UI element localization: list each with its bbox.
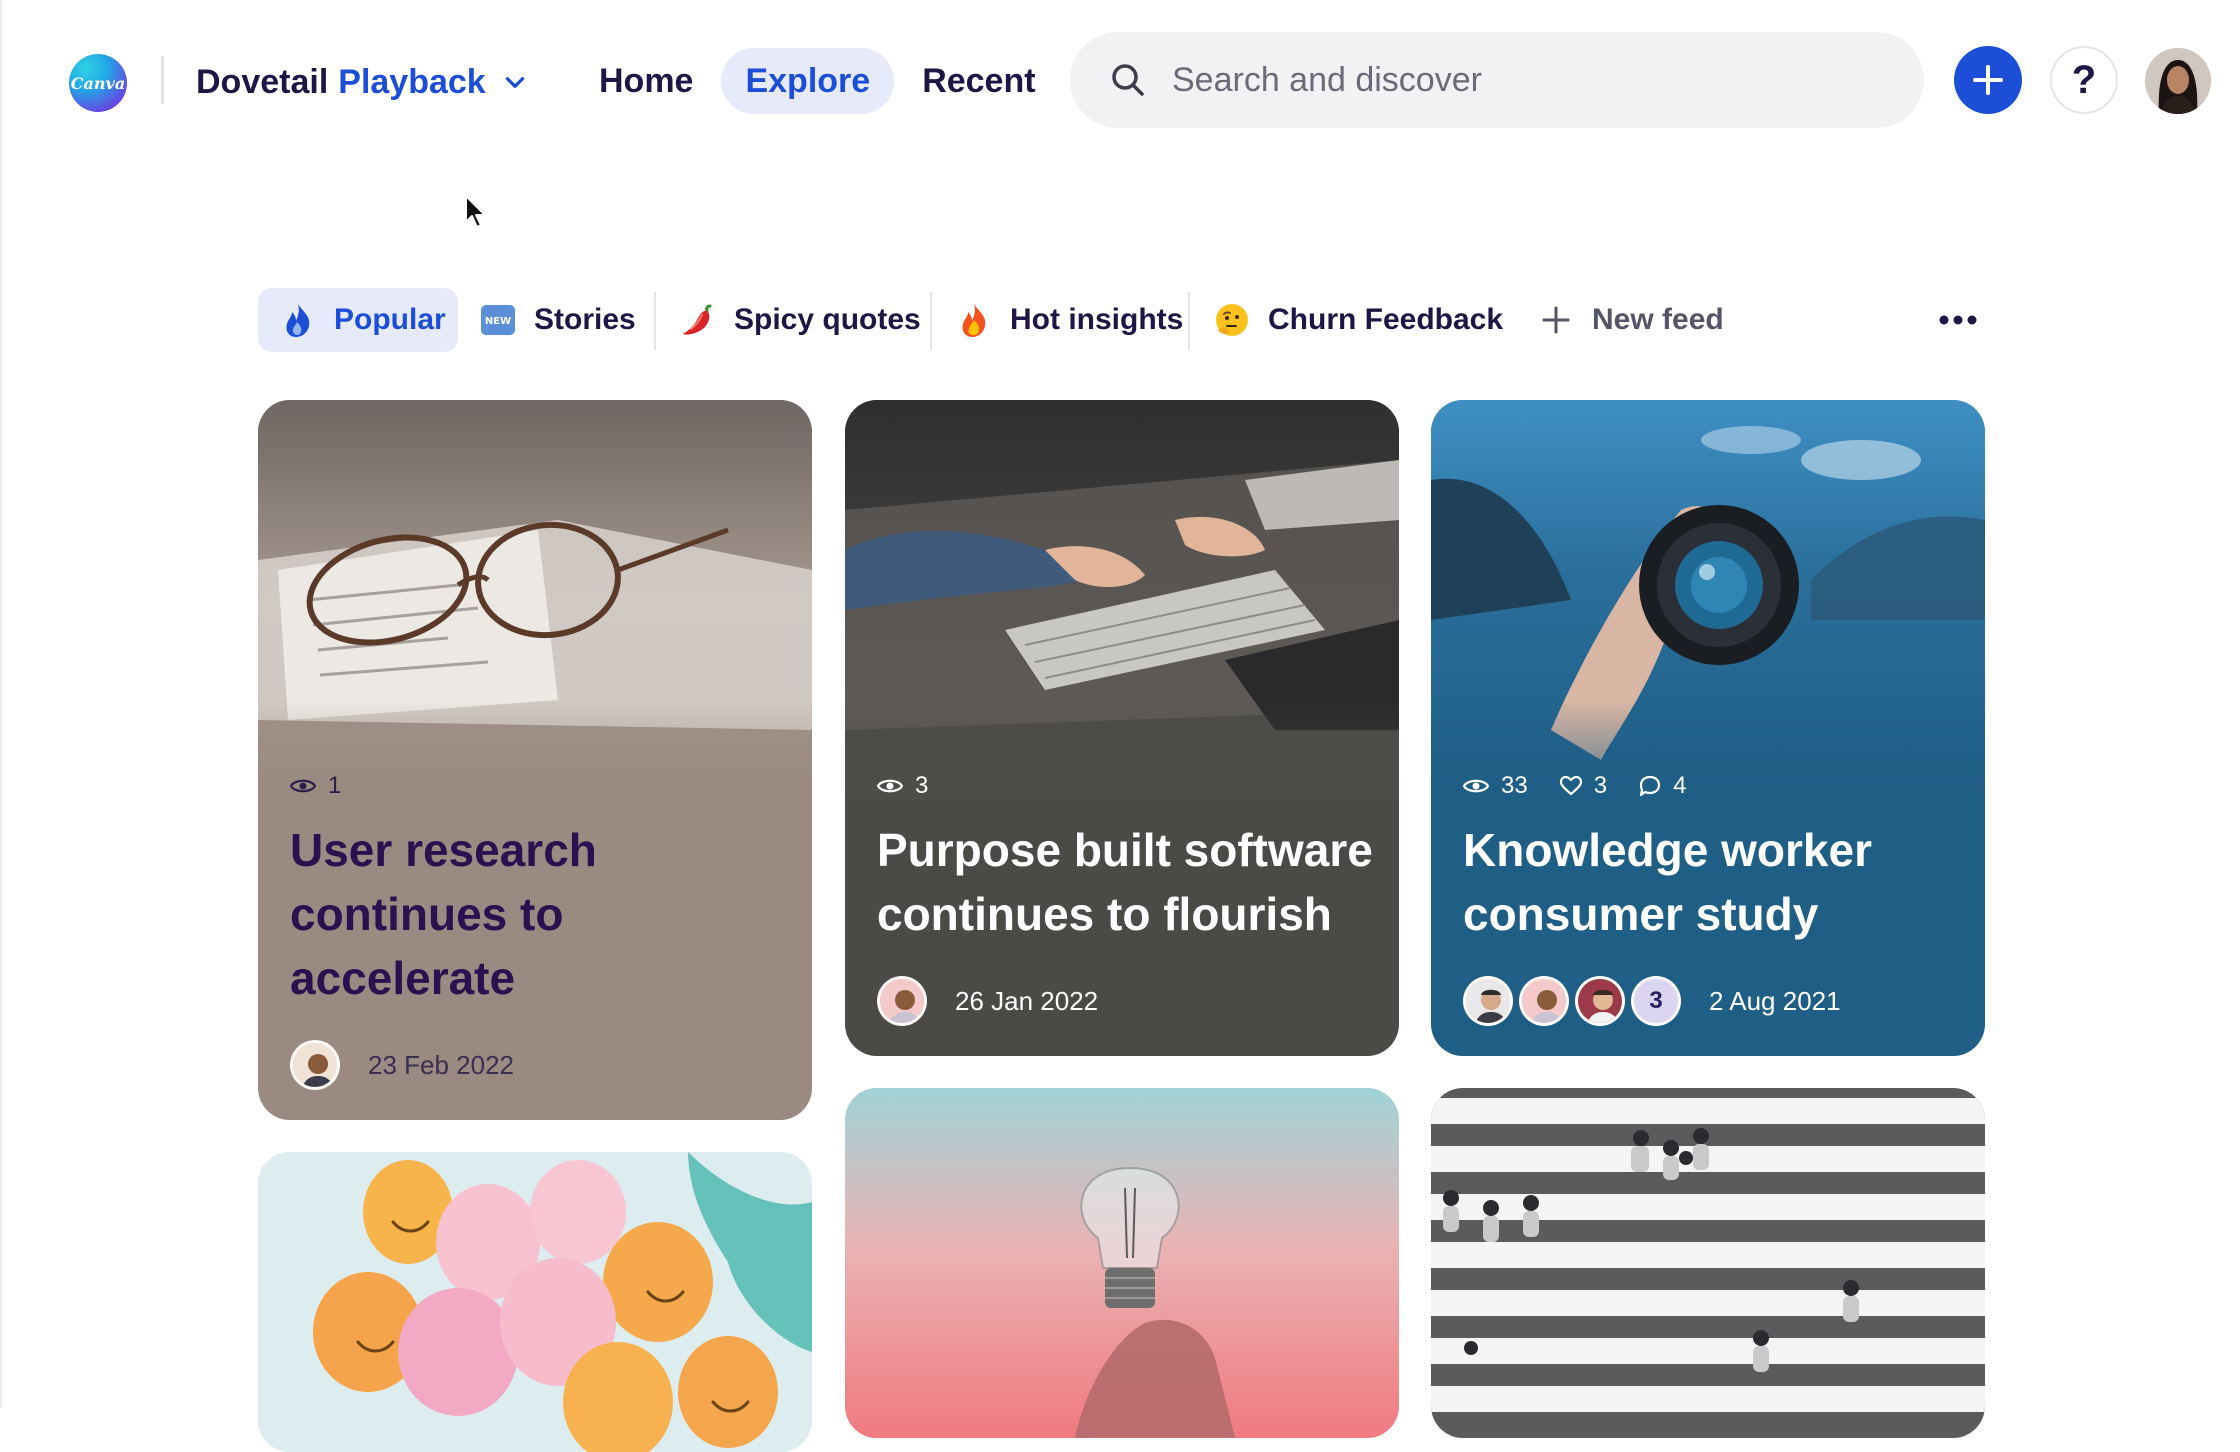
more-options-button[interactable]: [1928, 288, 1988, 352]
likes-count: 3: [1593, 772, 1608, 799]
card-image-balloons: [258, 1152, 812, 1452]
card-footer: 23 Feb 2022: [290, 1040, 514, 1090]
nav-explore[interactable]: Explore: [721, 48, 895, 114]
create-button[interactable]: [1954, 46, 2022, 114]
avatar: [877, 976, 927, 1026]
tab-stories[interactable]: NEW Stories: [480, 288, 636, 352]
more-dots-icon: [1939, 315, 1977, 325]
logo-text: Canva: [70, 73, 126, 93]
plus-icon: [1538, 302, 1574, 338]
tab-spicy-quotes[interactable]: Spicy quotes: [680, 288, 921, 352]
user-photo: [2145, 48, 2211, 114]
more-collaborators-count: 3: [1631, 976, 1681, 1026]
card-date: 26 Jan 2022: [955, 985, 1099, 1016]
chili-pepper-icon: [680, 302, 716, 338]
tab-label: Hot insights: [1010, 303, 1184, 336]
eye-icon: [1463, 779, 1489, 793]
tab-label: Stories: [534, 303, 636, 336]
tab-divider: [1188, 292, 1190, 350]
feed-tabs: Popular NEW Stories Spicy quotes Hot ins…: [258, 288, 1988, 352]
canva-logo[interactable]: Canva: [69, 54, 127, 112]
fire-icon: [956, 302, 992, 338]
avatar: [290, 1040, 340, 1090]
main-nav: Home Explore Recent: [575, 48, 1064, 114]
nav-recent[interactable]: Recent: [898, 48, 1059, 114]
top-header: Canva Dovetail Playback Home Explore Rec…: [0, 0, 2240, 160]
story-card[interactable]: [1431, 1088, 1985, 1438]
card-date: 2 Aug 2021: [1709, 985, 1841, 1016]
views-stat: 3: [877, 772, 928, 800]
new-feed-button[interactable]: New feed: [1538, 288, 1724, 352]
plus-icon: [1973, 65, 2003, 95]
help-button[interactable]: ?: [2050, 46, 2118, 114]
avatar: [1519, 976, 1569, 1026]
header-divider: [161, 56, 164, 104]
fire-hand-icon: [280, 302, 316, 338]
tab-label: Churn Feedback: [1268, 303, 1504, 336]
card-footer: 26 Jan 2022: [877, 976, 1098, 1026]
views-stat: 1: [290, 772, 341, 800]
workspace-name: Dovetail: [196, 62, 329, 101]
comments-count: 4: [1673, 772, 1687, 799]
page-edge: [0, 0, 2, 1408]
views-stat: 33: [1463, 772, 1528, 800]
card-stats: 3: [877, 772, 960, 800]
search-bar[interactable]: [1070, 32, 1924, 128]
card-footer: 3 2 Aug 2021: [1463, 976, 1841, 1026]
new-badge-icon: NEW: [480, 302, 516, 338]
story-card[interactable]: 33 3 4 Knowledge worker consumer study 3…: [1431, 400, 1985, 1056]
tab-divider: [654, 292, 656, 350]
views-count: 1: [328, 772, 342, 799]
mouse-cursor-icon: [465, 195, 486, 228]
avatar: [1575, 976, 1625, 1026]
avatar: [1463, 976, 1513, 1026]
svg-text:NEW: NEW: [485, 316, 511, 327]
likes-stat: 3: [1559, 772, 1608, 800]
card-image-crosswalk: [1431, 1088, 1985, 1438]
tab-divider: [930, 292, 932, 350]
card-title: User research continues to accelerate: [290, 824, 597, 1004]
story-card[interactable]: 1 User research continues to accelerate …: [258, 400, 812, 1120]
eye-icon: [877, 779, 903, 793]
comment-bubble-icon: [1639, 775, 1661, 797]
comments-stat: 4: [1639, 772, 1686, 800]
new-feed-label: New feed: [1592, 303, 1724, 336]
tab-hot-insights[interactable]: Hot insights: [956, 288, 1183, 352]
user-avatar[interactable]: [2145, 48, 2211, 114]
nav-home[interactable]: Home: [575, 48, 717, 114]
thinking-face-icon: [1214, 302, 1250, 338]
views-count: 33: [1501, 772, 1528, 799]
eye-icon: [290, 779, 316, 793]
workspace-switcher[interactable]: Dovetail Playback: [196, 54, 528, 110]
tab-churn-feedback[interactable]: Churn Feedback: [1214, 288, 1503, 352]
card-date: 23 Feb 2022: [368, 1049, 515, 1080]
card-stats: 1: [290, 772, 373, 800]
workspace-project: Playback: [338, 62, 486, 101]
card-image-lightbulb: [845, 1088, 1399, 1438]
chevron-down-icon: [505, 77, 524, 88]
story-card[interactable]: [258, 1152, 812, 1452]
tab-label: Spicy quotes: [734, 303, 921, 336]
views-count: 3: [915, 772, 929, 799]
card-title: Knowledge worker consumer study: [1463, 824, 1872, 940]
story-card[interactable]: 3 Purpose built software continues to fl…: [845, 400, 1399, 1056]
search-icon: [1112, 64, 1144, 96]
tab-label: Popular: [334, 303, 446, 336]
story-card[interactable]: [845, 1088, 1399, 1438]
search-input[interactable]: [1170, 59, 1874, 101]
tab-popular[interactable]: Popular: [258, 288, 458, 352]
card-title: Purpose built software continues to flou…: [877, 824, 1373, 940]
heart-icon: [1559, 776, 1582, 796]
card-stats: 33 3 4: [1463, 772, 1718, 800]
